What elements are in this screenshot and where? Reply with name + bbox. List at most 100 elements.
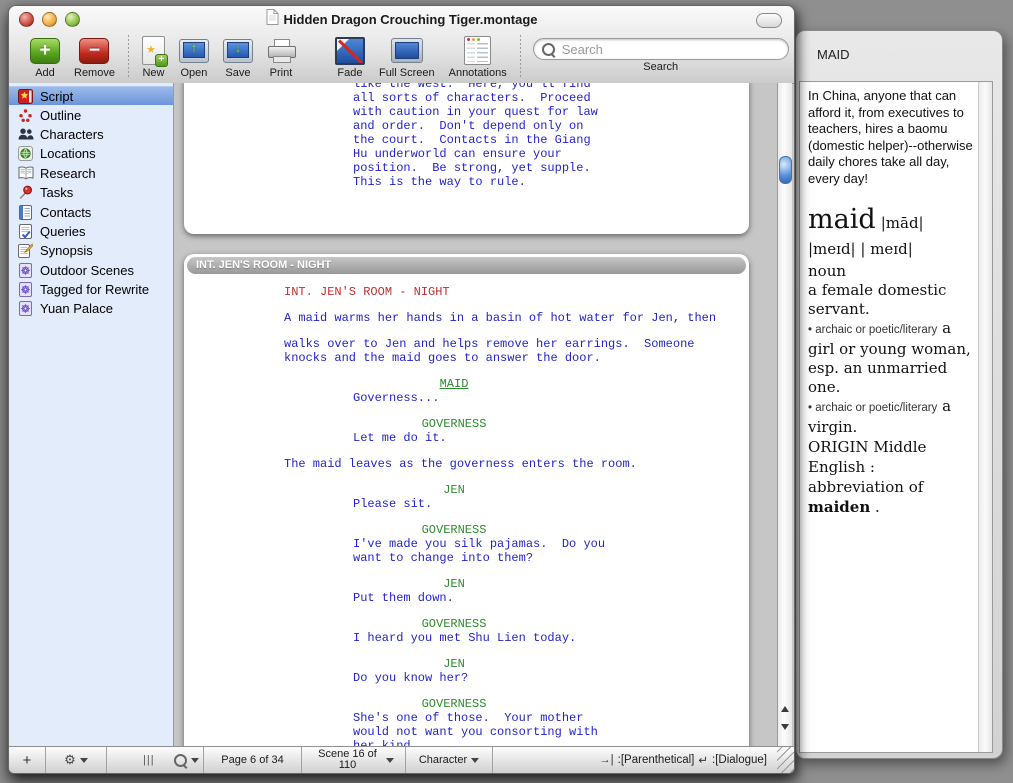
titlebar[interactable]: Hidden Dragon Crouching Tiger.montage [9,6,794,32]
sidebar-item-contacts[interactable]: Contacts [9,202,173,221]
annotations-button[interactable]: Annotations [449,35,507,79]
script-card-jens-room[interactable]: INT. JEN'S ROOM - NIGHT INT. JEN'S ROOM … [184,254,749,747]
fade-button[interactable]: Fade [335,35,365,79]
zoom-button[interactable] [65,12,80,27]
add-button[interactable]: + Add [30,35,60,79]
open-button[interactable]: ↑ Open [179,35,209,79]
window-resize-grip[interactable] [777,747,794,773]
scroll-down-arrow[interactable] [778,719,792,735]
chevron-down-icon [191,758,199,763]
window-controls [19,12,80,27]
sidebar-item-characters[interactable]: Characters [9,125,173,144]
script-blank-line [184,565,749,577]
script-line-dialogue: the court. Contacts in the Giang [353,133,749,147]
sidebar-item-queries[interactable]: Queries [9,222,173,241]
dictionary-text-area[interactable]: In China, anyone that can afford it, fro… [800,82,978,752]
script-blank-line [184,685,749,697]
script-line-cue: JEN [284,577,624,591]
gear-icon: ⚙ [64,752,76,768]
search-icon [542,43,555,56]
status-action-menu[interactable]: ⚙ [46,747,107,773]
script-line-dialogue: would not want you consorting with [353,725,749,739]
script-blank-line [184,471,749,483]
script-card-previous-scene[interactable]: like the west. Here, you'll findall sort… [184,83,749,234]
page-indicator: Page 6 of 34 [204,747,302,773]
queries-icon [17,224,34,239]
add-icon: + [30,38,60,64]
full-screen-icon [391,38,423,63]
tasks-icon [17,185,34,200]
print-icon [267,39,295,63]
script-blank-line [184,405,749,417]
pane-splitter-grip[interactable]: ||| [143,754,165,766]
research-note: In China, anyone that can afford it, fro… [808,88,973,187]
script-line-dialogue: Please sit. [353,497,749,511]
definition-bullet-2: • archaic or poetic/literary a virgin. [808,397,973,437]
script-line-cue: JEN [284,483,624,497]
sidebar-item-yuan-palace[interactable]: Yuan Palace [9,299,173,318]
window-body: Script Outline Characters Locations Rese… [9,83,792,747]
magnifier-icon [174,754,187,767]
script-line-dialogue: Let me do it. [353,431,749,445]
script-blank-line [184,325,749,337]
smart-folder-icon [17,282,34,297]
window-title: Hidden Dragon Crouching Tiger.montage [284,12,538,27]
status-zoom-menu[interactable] [169,747,204,773]
main-window: Hidden Dragon Crouching Tiger.montage + … [8,5,795,774]
origin-line: ORIGIN Middle English : abbreviation of … [808,437,973,517]
new-document-icon: ★+ [142,36,165,65]
dictionary-scrollbar[interactable] [978,82,992,752]
dictionary-word: maid [808,204,876,235]
save-button[interactable]: ↓ Save [223,35,253,79]
script-line-action: A maid warms her hands in a basin of hot… [284,311,749,325]
script-line-dialogue: I've made you silk pajamas. Do you [353,537,749,551]
outline-icon [17,108,34,123]
script-line-dialogue: position. Be strong, yet supple. [353,161,749,175]
smart-folder-icon [17,263,34,278]
search-field[interactable] [533,38,789,60]
tab-key-icon: →| [599,754,614,766]
synopsis-icon [17,243,34,258]
new-button[interactable]: ★+ New [142,35,165,79]
status-add-button[interactable]: + [9,747,46,773]
toolbar-separator [128,35,129,79]
print-button[interactable]: Print [267,35,295,79]
contacts-icon [17,205,34,220]
script-line-dialogue: Do you know her? [353,671,749,685]
script-line-dialogue: This is the way to rule. [353,175,749,189]
locations-icon [17,146,34,161]
script-line-cue: GOVERNESS [284,417,624,431]
chevron-down-icon [386,758,394,763]
scroll-up-arrow[interactable] [778,701,792,717]
sidebar-item-outline[interactable]: Outline [9,105,173,124]
scrollbar-thumb[interactable] [779,156,792,184]
smart-folder-icon [17,301,34,316]
search-input[interactable] [560,41,780,58]
script-icon [17,89,34,104]
element-type-selector[interactable]: Character [406,747,493,773]
close-button[interactable] [19,12,34,27]
toolbar-pill-button[interactable] [756,13,782,28]
sidebar-item-tasks[interactable]: Tasks [9,183,173,202]
sidebar-item-tagged-for-rewrite[interactable]: Tagged for Rewrite [9,280,173,299]
script-line-dialogue: like the west. Here, you'll find [353,83,749,91]
sidebar-item-research[interactable]: Research [9,164,173,183]
scene-header-bar[interactable]: INT. JEN'S ROOM - NIGHT [187,257,746,274]
dictionary-headword-line: maid |mād| |meɪd| | meɪd| [808,207,973,262]
vertical-scrollbar[interactable] [777,83,792,747]
full-screen-button[interactable]: Full Screen [379,35,435,79]
minimize-button[interactable] [42,12,57,27]
script-line-dialogue: She's one of those. Your mother [353,711,749,725]
sidebar: Script Outline Characters Locations Rese… [9,83,174,747]
sidebar-item-synopsis[interactable]: Synopsis [9,241,173,260]
script-line-cue: GOVERNESS [284,697,624,711]
chevron-down-icon [471,758,479,763]
scene-selector[interactable]: Scene 16 of 110 [302,747,406,773]
script-line-dialogue: I heard you met Shu Lien today. [353,631,749,645]
script-editor[interactable]: like the west. Here, you'll findall sort… [174,83,777,747]
sidebar-item-outdoor-scenes[interactable]: Outdoor Scenes [9,261,173,280]
sidebar-item-locations[interactable]: Locations [9,144,173,163]
dictionary-content-box: In China, anyone that can afford it, fro… [799,81,993,753]
sidebar-item-script[interactable]: Script [9,86,173,105]
remove-button[interactable]: − Remove [74,35,115,79]
